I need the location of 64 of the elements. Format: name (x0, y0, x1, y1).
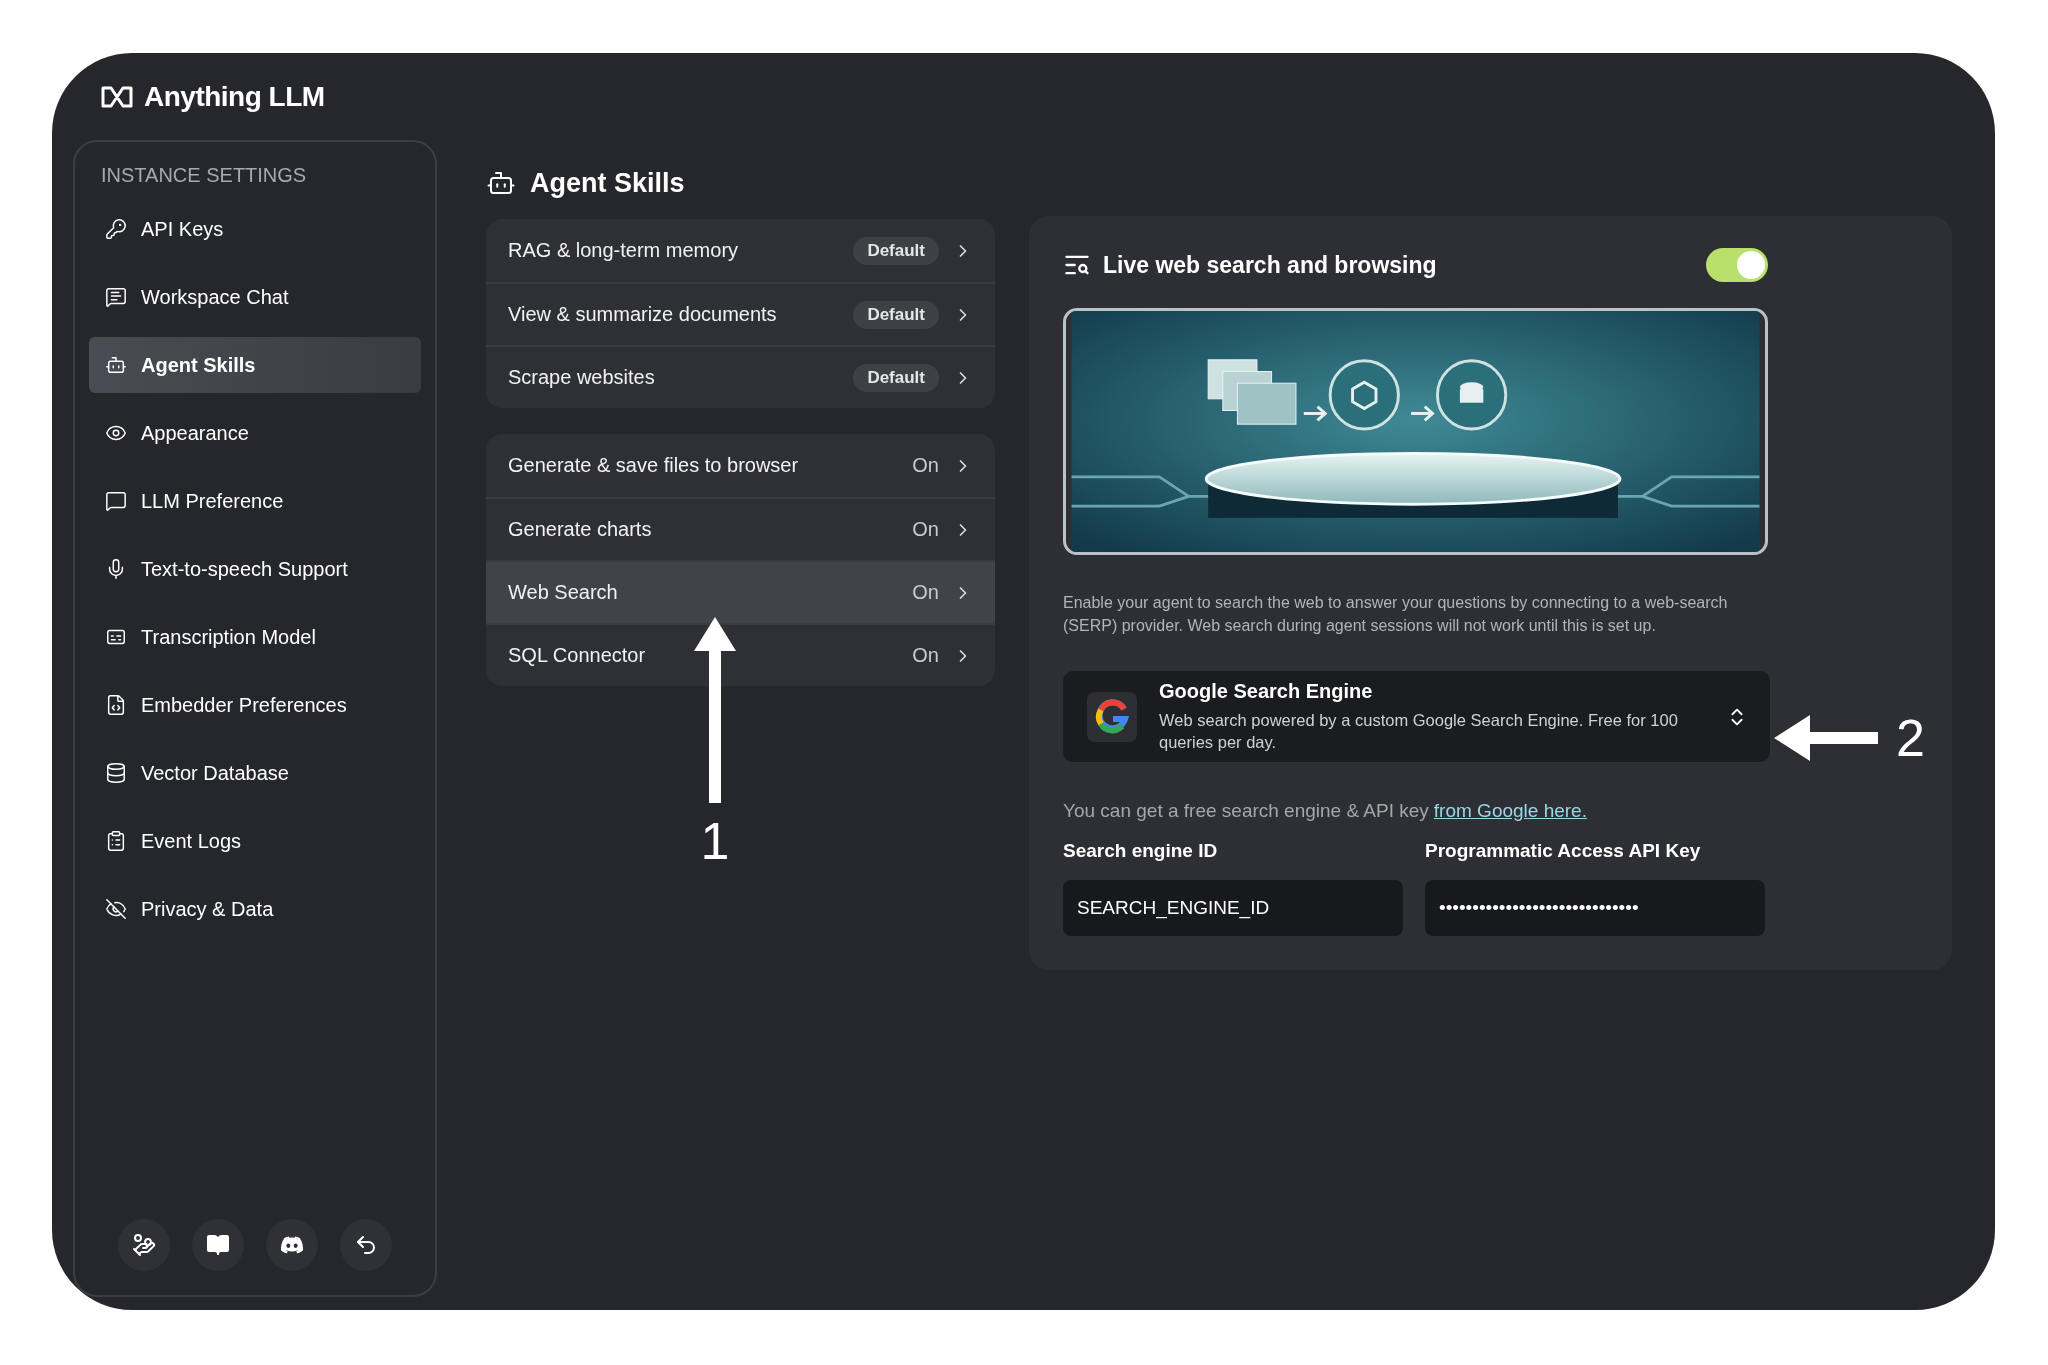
back-button[interactable] (340, 1219, 392, 1271)
hint-text: You can get a free search engine & API key (1063, 800, 1429, 822)
menu-item-icon (105, 694, 127, 716)
provider-select[interactable]: Google Search Engine Web search powered by a custom Google Search Engine. Free for 100 queries per day. (1063, 671, 1770, 762)
panel-title: Live web search and browsing (1103, 251, 1438, 279)
skill-name: RAG & long-term memory (508, 239, 740, 262)
skill-status: On (912, 644, 939, 667)
logo-icon (100, 84, 134, 109)
sidebar-item[interactable]: LLM Preference (89, 473, 421, 529)
page-title: Agent Skills (530, 167, 685, 199)
skill-name: Generate charts (508, 518, 653, 541)
annotation-number: 1 (700, 811, 730, 871)
sidebar-item[interactable]: Embedder Preferences (89, 677, 421, 733)
sidebar-item[interactable]: Workspace Chat (89, 269, 421, 325)
skill-status: On (912, 581, 939, 604)
skill-row[interactable]: Generate & save files to browser On (486, 434, 995, 497)
sidebar-item[interactable]: Appearance (89, 405, 421, 461)
sidebar-item[interactable]: Transcription Model (89, 609, 421, 665)
google-logo-icon (1087, 691, 1137, 742)
skill-name: Web Search (508, 581, 619, 604)
skill-description: Enable your agent to search the web to answer your questions by connecting to a web-search (SERP) provider. Web search during agent sessions will not work until this is set up. (1063, 593, 1729, 636)
sidebar-item[interactable]: Vector Database (89, 745, 421, 801)
input-field[interactable]: SEARCH_ENGINE_ID (1063, 880, 1403, 936)
menu-item-icon (105, 762, 127, 784)
sidebar-item[interactable]: Text-to-speech Support (89, 541, 421, 597)
skill-name: SQL Connector (508, 644, 647, 667)
menu-item-icon (105, 218, 127, 240)
skill-name: Generate & save files to browser (508, 454, 800, 477)
skill-row[interactable]: RAG & long-term memory Default (486, 219, 995, 282)
sidebar-item[interactable]: Agent Skills (89, 337, 421, 393)
skill-status: On (912, 454, 939, 477)
field-label: Programmatic Access API Key (1425, 840, 1702, 862)
skill-name: Scrape websites (508, 366, 656, 389)
sidebar-item[interactable]: API Keys (89, 201, 421, 257)
field-label: Search engine ID (1063, 840, 1219, 862)
default-badge: Default (853, 300, 939, 329)
menu-item-icon (105, 354, 127, 376)
toggle-switch[interactable] (1706, 248, 1768, 282)
sidebar-item[interactable]: Event Logs (89, 813, 421, 869)
input-field[interactable]: •••••••••••••••••••••••••••••• (1425, 880, 1765, 936)
sidebar-item[interactable]: Privacy & Data (89, 881, 421, 937)
undo-arrow-icon (354, 1233, 378, 1257)
menu-item-icon (105, 830, 127, 852)
google-link[interactable]: from Google here. (1433, 800, 1587, 822)
default-badge: Default (853, 363, 939, 392)
skill-row[interactable]: Scrape websites Default (486, 345, 995, 408)
skill-row[interactable]: Web Search On (486, 560, 995, 623)
provider-description: Web search powered by a custom Google Search Engine. Free for 100 queries per day. (1159, 710, 1679, 753)
skill-row[interactable]: View & summarize documents Default (486, 282, 995, 345)
donate-button[interactable] (118, 1219, 170, 1271)
provider-name: Google Search Engine (1159, 680, 1374, 703)
skill-name: View & summarize documents (508, 303, 778, 326)
sidebar-heading: INSTANCE SETTINGS (100, 164, 308, 187)
discord-button[interactable] (266, 1219, 318, 1271)
hand-coins-icon (132, 1233, 156, 1257)
menu-item-icon (105, 898, 127, 920)
docs-button[interactable] (192, 1219, 244, 1271)
app-name: Anything LLM (144, 80, 325, 113)
book-icon (206, 1233, 230, 1257)
default-badge: Default (853, 236, 939, 265)
skill-status: On (912, 518, 939, 541)
menu-item-icon (105, 286, 127, 308)
menu-item-icon (105, 490, 127, 512)
annotation-number: 2 (1896, 708, 1925, 768)
